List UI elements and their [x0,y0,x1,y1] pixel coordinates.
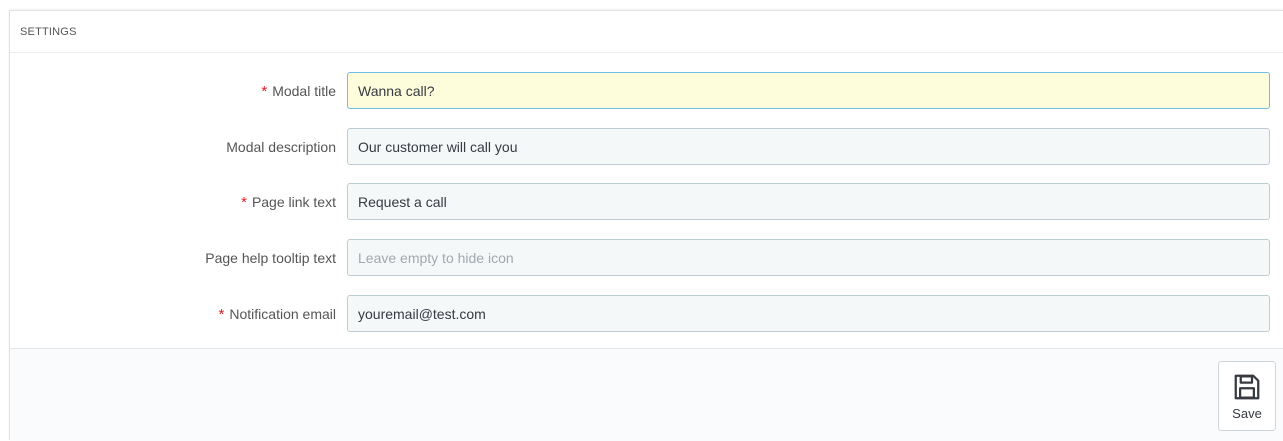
page-help-tooltip-label-text: Page help tooltip text [205,250,336,266]
page-help-tooltip-input[interactable] [347,239,1270,276]
page-help-tooltip-label: Page help tooltip text [205,239,336,277]
page-link-text-label-text: Page link text [251,194,336,210]
floppy-disk-icon [1232,372,1262,402]
notification-email-label-text: Notification email [229,306,336,322]
form-row-modal-title: * Modal title [10,72,1283,110]
form-row-notification-email: * Notification email [10,295,1283,333]
modal-title-label-text: Modal title [272,83,336,99]
form-row-page-help-tooltip: Page help tooltip text [10,239,1283,277]
required-marker: * [241,193,247,211]
panel-footer: Save [10,349,1283,441]
settings-form: * Modal title Modal description * Page l… [10,53,1283,349]
page-link-text-input[interactable] [347,183,1270,220]
panel-heading: SETTINGS [10,11,1283,53]
modal-description-input[interactable] [347,128,1270,165]
page-link-text-label: * Page link text [241,183,336,221]
modal-description-label-text: Modal description [226,139,336,155]
save-button-label: Save [1232,405,1262,421]
save-button[interactable]: Save [1218,361,1276,431]
modal-description-label: Modal description [226,128,336,166]
notification-email-input[interactable] [347,295,1270,332]
form-row-modal-description: Modal description [10,128,1283,166]
required-marker: * [218,305,225,323]
modal-title-input[interactable] [347,72,1270,109]
modal-title-label: * Modal title [261,72,336,110]
settings-panel: SETTINGS * Modal title Modal description… [9,10,1283,441]
form-row-page-link-text: * Page link text [10,183,1283,221]
notification-email-label: * Notification email [219,295,336,333]
required-marker: * [261,82,268,100]
